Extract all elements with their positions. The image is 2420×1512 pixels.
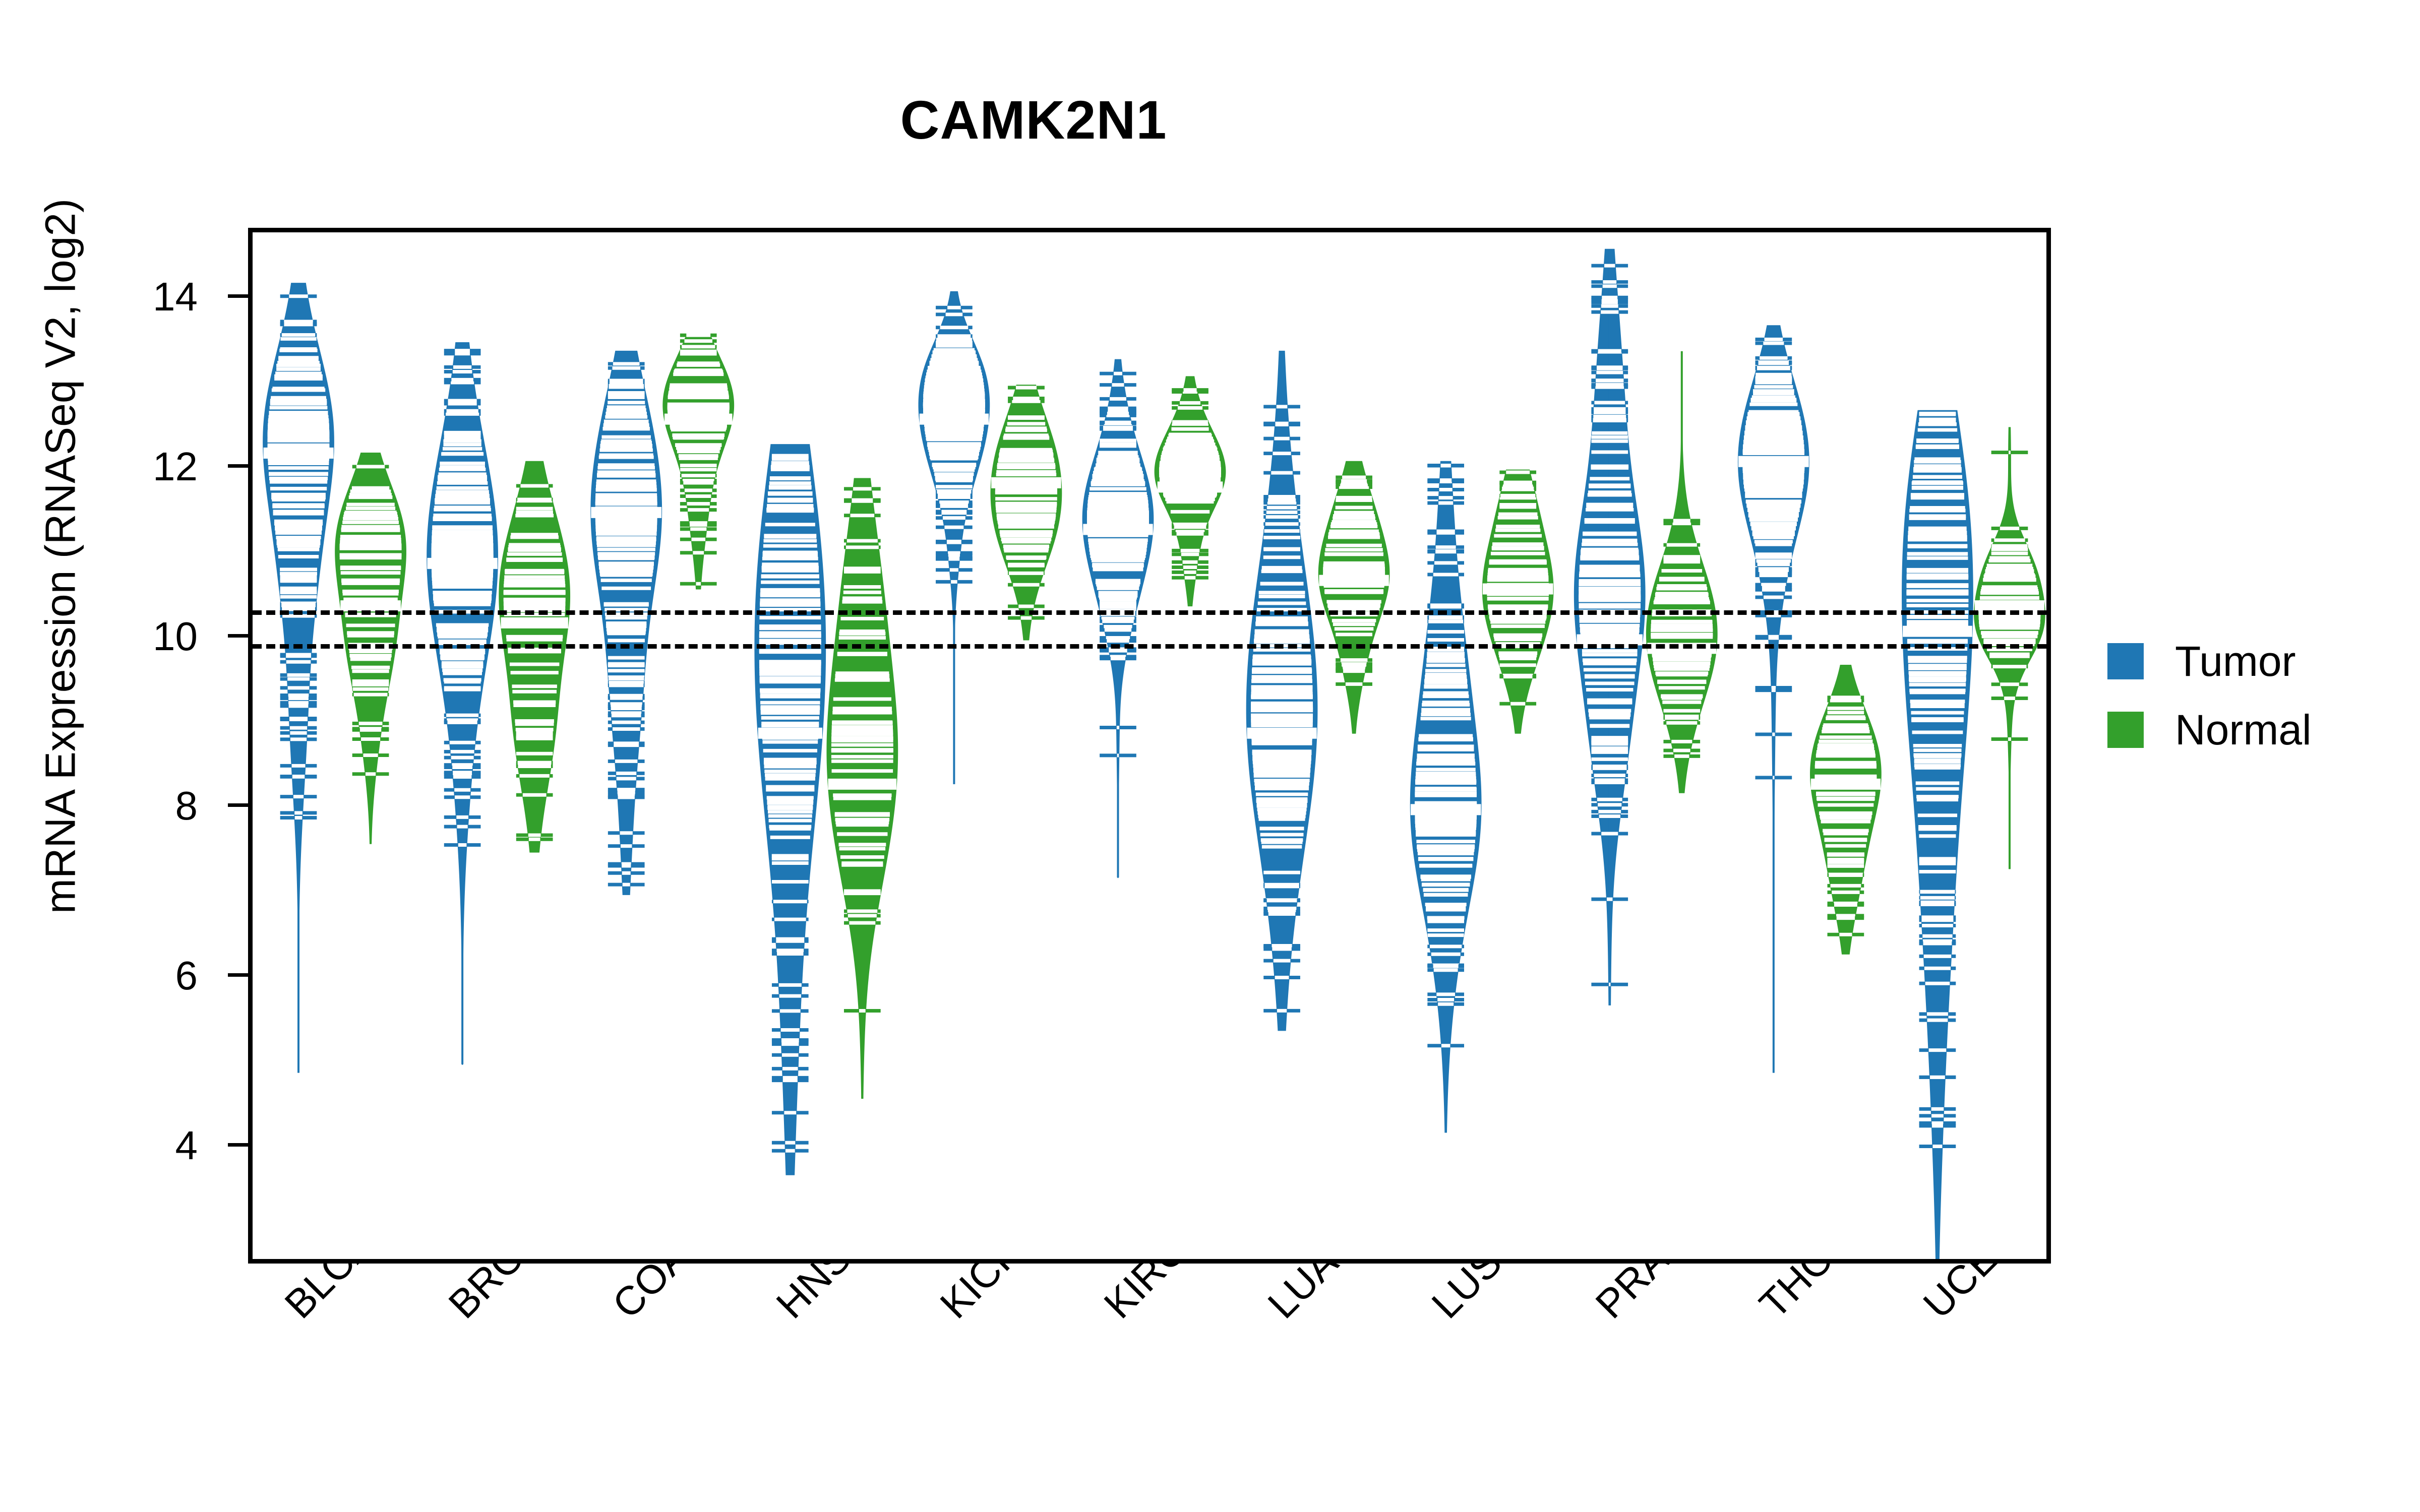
reference-line-2 — [253, 644, 2046, 649]
plot-area — [248, 228, 2051, 1264]
y-axis-tick — [228, 973, 248, 977]
legend-swatch-normal — [2107, 712, 2144, 748]
y-axis-tick-label: 6 — [175, 953, 198, 998]
legend: Tumor Normal — [2107, 640, 2312, 777]
violin-normal-ucec — [253, 232, 2046, 1259]
y-axis-tick — [228, 634, 248, 638]
y-axis-tick-label: 10 — [153, 613, 198, 659]
y-axis-tick — [228, 464, 248, 468]
y-axis-tick — [228, 1143, 248, 1147]
legend-label-normal: Normal — [2175, 706, 2312, 753]
y-axis-tick-label: 14 — [153, 274, 198, 319]
plot-inner — [253, 232, 2046, 1259]
reference-line-1 — [253, 610, 2046, 615]
y-axis-tick-label: 12 — [153, 444, 198, 489]
y-axis-tick-label: 4 — [175, 1123, 198, 1168]
y-axis-label: mRNA Expression (RNASeq V2, log2) — [36, 198, 84, 914]
chart-canvas: CAMK2N1 mRNA Expression (RNASeq V2, log2… — [0, 0, 2420, 1512]
legend-item-tumor[interactable]: Tumor — [2107, 640, 2312, 682]
y-axis-tick-label: 8 — [175, 783, 198, 829]
legend-swatch-tumor — [2107, 643, 2144, 679]
legend-item-normal[interactable]: Normal — [2107, 709, 2312, 751]
y-axis-tick — [228, 294, 248, 298]
legend-label-tumor: Tumor — [2175, 638, 2296, 685]
page-title: CAMK2N1 — [900, 89, 1167, 150]
y-axis-tick — [228, 803, 248, 807]
